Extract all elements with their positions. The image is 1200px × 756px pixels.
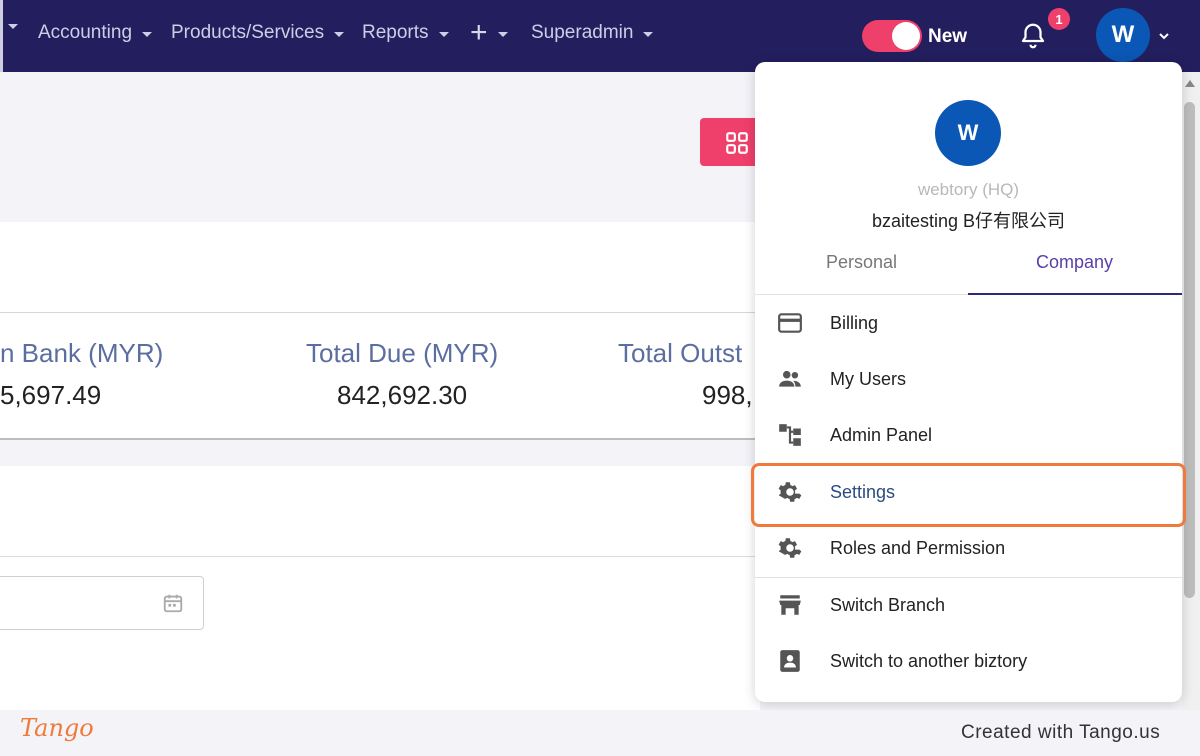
stat-label-total-due: Total Due (MYR) — [306, 338, 499, 368]
menu-item-label: Roles and Permission — [830, 537, 1006, 558]
bell-icon[interactable] — [1018, 20, 1048, 52]
chevron-down-icon — [643, 31, 654, 37]
new-ui-toggle[interactable] — [862, 20, 922, 52]
nav-item-label: Products/Services — [171, 22, 325, 43]
nav-item-create[interactable]: + — [470, 16, 508, 49]
scrollbar-thumb[interactable] — [1184, 102, 1195, 598]
gear-icon — [778, 538, 802, 558]
chevron-down-icon[interactable] — [1158, 30, 1170, 42]
menu-item-my-users[interactable]: My Users — [755, 351, 1182, 407]
nav-item-products-services[interactable]: Products/Services — [171, 22, 345, 44]
toggle-knob — [892, 22, 920, 50]
tango-logo: Tango — [20, 714, 94, 742]
footer-credit: Created with Tango.us — [961, 722, 1161, 743]
scroll-up-arrow-icon[interactable] — [1185, 80, 1195, 87]
menu-item-label: Billing — [830, 312, 879, 333]
chevron-down-icon — [334, 31, 345, 37]
user-dropdown-menu: W webtory (HQ) bzaitesting B仔有限公司 Person… — [755, 62, 1182, 702]
menu-item-label: Switch to another biztory — [830, 650, 1028, 671]
stat-value-total-outstanding: 998, — [702, 380, 753, 410]
nav-item-accounting[interactable]: Accounting — [38, 22, 153, 44]
stat-value-bank: 5,697.49 — [0, 380, 102, 410]
chevron-down-icon — [497, 31, 508, 37]
company-name: bzaitesting B仔有限公司 — [871, 211, 1066, 231]
nav-caret-prev[interactable] — [8, 22, 18, 29]
stat-label-total-outstanding: Total Outst — [618, 338, 743, 368]
toggle-label: New — [928, 26, 968, 47]
store-icon — [779, 595, 801, 615]
menu-item-label: My Users — [830, 368, 906, 389]
divider — [0, 312, 760, 313]
tab-company[interactable]: Company — [968, 252, 1181, 273]
menu-item-switch-branch[interactable]: Switch Branch — [755, 577, 1182, 633]
menu-item-billing[interactable]: Billing — [755, 295, 1182, 351]
avatar: W — [935, 100, 1001, 166]
nav-item-superadmin[interactable]: Superadmin — [531, 22, 654, 44]
plus-icon: + — [470, 16, 488, 49]
menu-item-label: Switch Branch — [830, 594, 946, 615]
nav-item-reports[interactable]: Reports — [362, 22, 449, 44]
divider — [0, 556, 760, 557]
grid-icon — [726, 132, 748, 154]
nav-left-edge — [0, 0, 3, 72]
users-icon — [779, 370, 801, 387]
nav-item-label: Superadmin — [531, 22, 634, 43]
nav-item-label: Accounting — [38, 22, 133, 43]
nav-item-label: Reports — [362, 22, 429, 43]
grid-view-button[interactable] — [700, 118, 760, 166]
tab-personal[interactable]: Personal — [755, 252, 968, 273]
user-avatar-button[interactable]: W — [1096, 8, 1150, 62]
contact-icon — [780, 650, 800, 672]
sitemap-icon — [779, 424, 801, 446]
account-subtitle: webtory (HQ) — [917, 180, 1020, 199]
menu-item-label: Admin Panel — [830, 424, 933, 445]
stat-label-bank: n Bank (MYR) — [0, 338, 164, 368]
stat-value-total-due: 842,692.30 — [337, 380, 468, 410]
menu-item-admin-panel[interactable]: Admin Panel — [755, 407, 1182, 463]
chevron-down-icon — [142, 31, 153, 37]
menu-item-switch-biztory[interactable]: Switch to another biztory — [755, 633, 1182, 689]
credit-card-icon — [778, 313, 802, 333]
menu-item-roles-permission[interactable]: Roles and Permission — [755, 520, 1182, 576]
calendar-icon[interactable] — [162, 592, 184, 614]
chevron-down-icon — [438, 31, 449, 37]
notification-badge: 1 — [1048, 8, 1070, 30]
settings-highlight-frame — [751, 463, 1186, 527]
